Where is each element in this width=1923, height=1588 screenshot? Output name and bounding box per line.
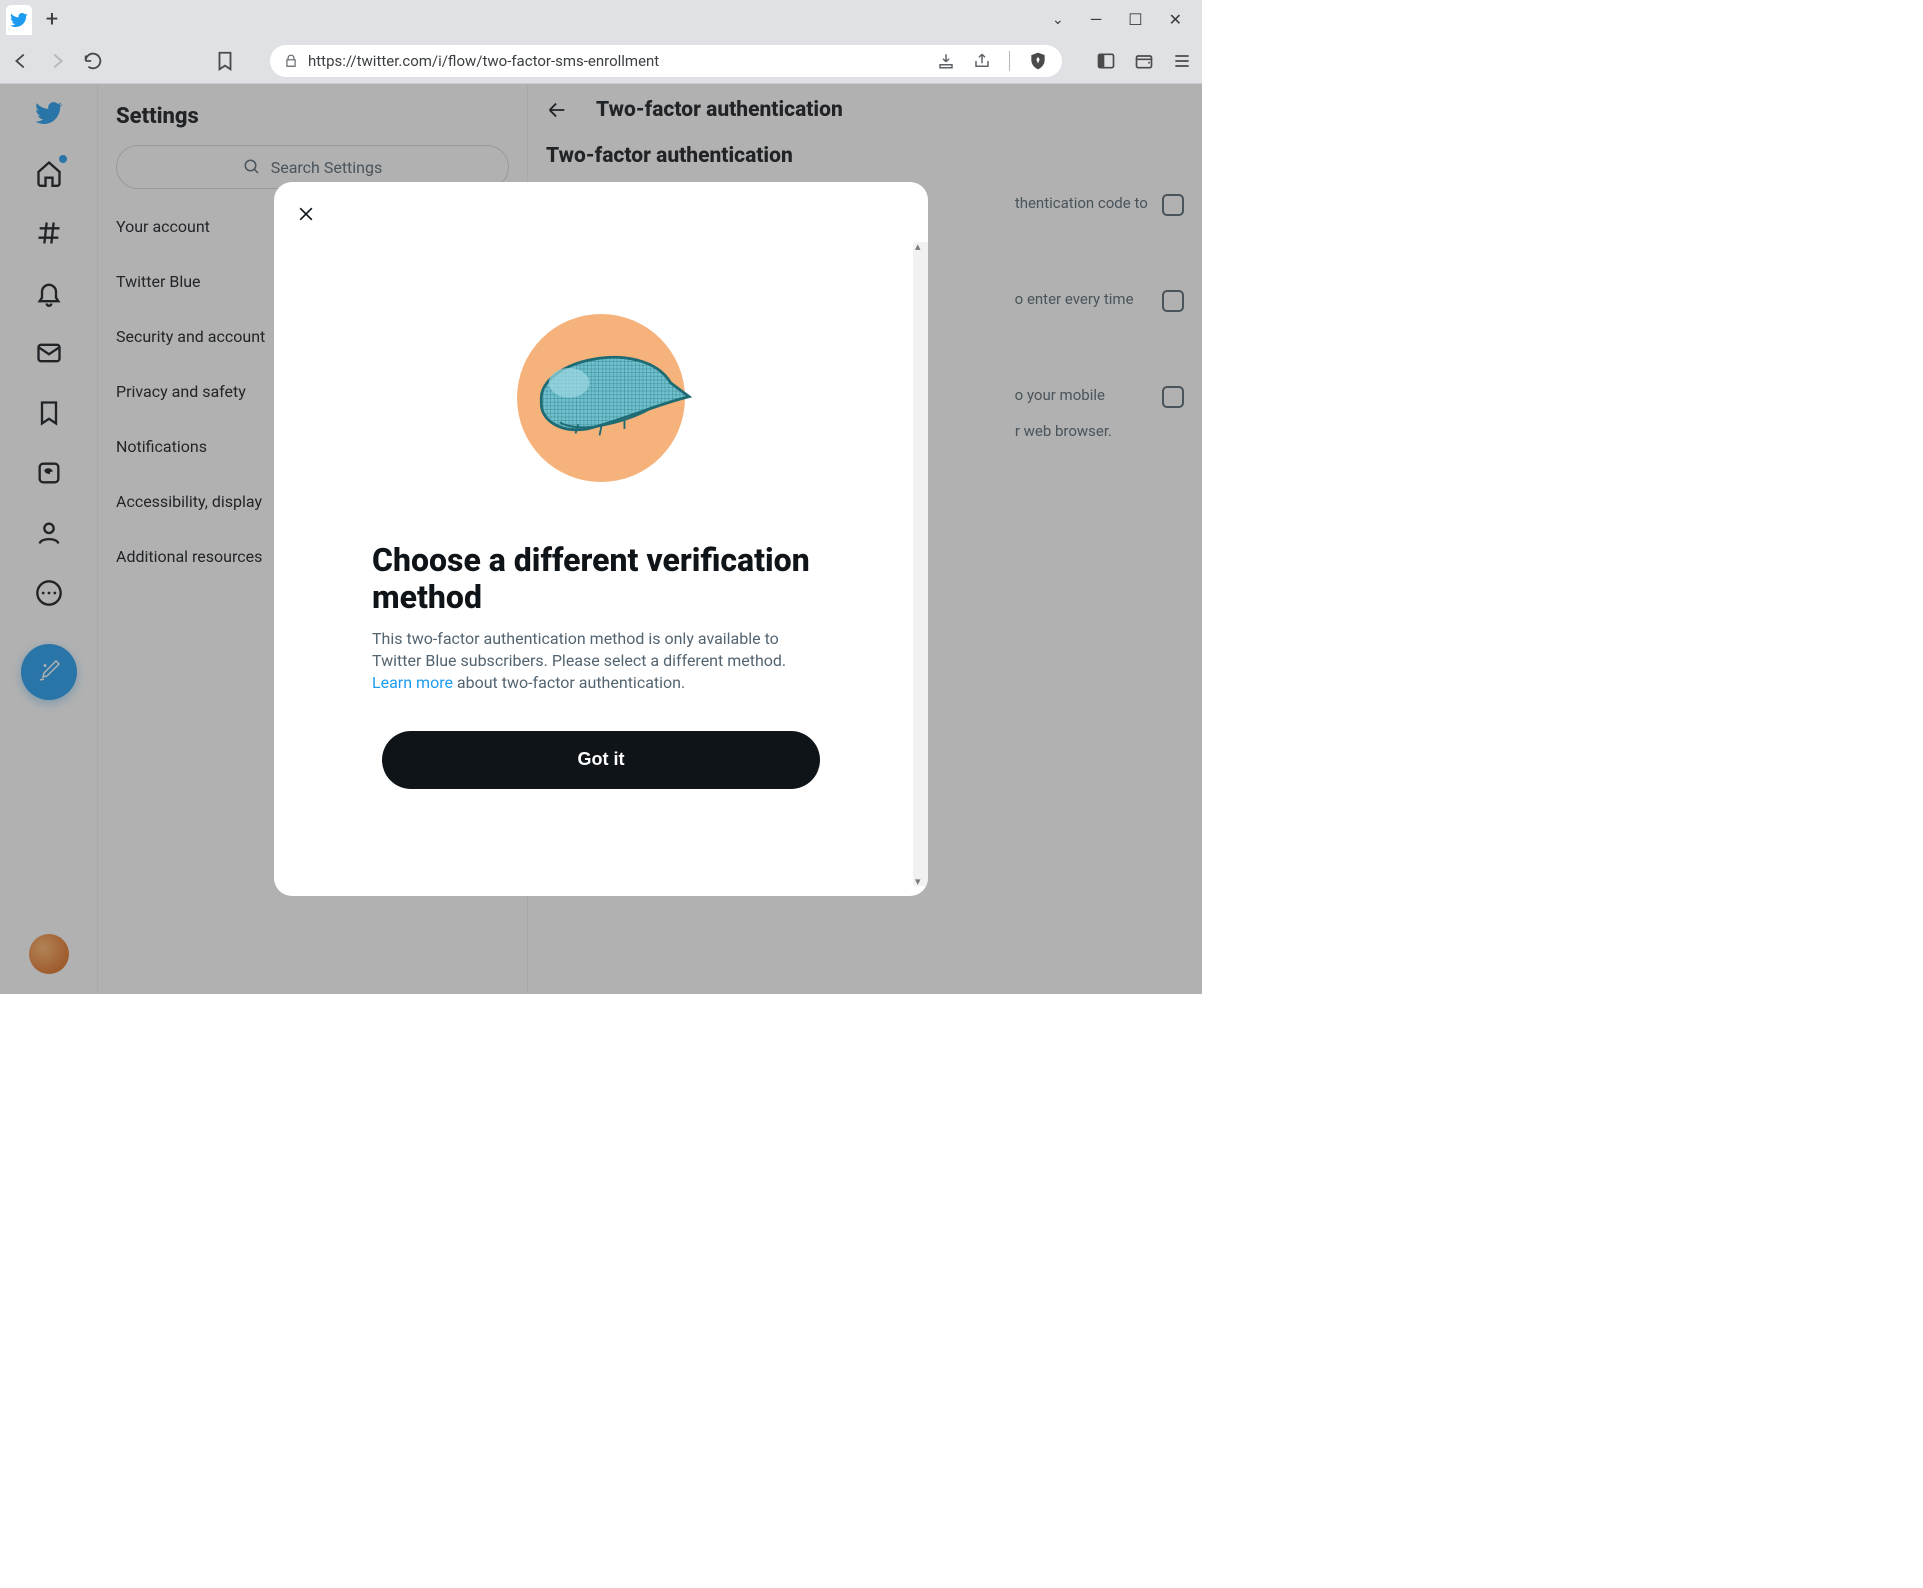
minimize-icon[interactable]: — bbox=[1090, 10, 1103, 29]
tab-strip: + ⌄ — ☐ ✕ bbox=[0, 0, 1202, 40]
share-icon[interactable] bbox=[973, 52, 991, 70]
twitter-bird-icon bbox=[10, 11, 28, 29]
url-text: https://twitter.com/i/flow/two-factor-sm… bbox=[308, 52, 659, 70]
modal-illustration bbox=[501, 302, 701, 492]
new-tab-button[interactable]: + bbox=[38, 6, 66, 34]
install-icon[interactable] bbox=[937, 52, 955, 70]
close-modal-button[interactable] bbox=[294, 202, 318, 226]
wallet-icon[interactable] bbox=[1134, 51, 1154, 71]
verification-modal: Choose a different verification method T… bbox=[274, 182, 928, 896]
menu-icon[interactable] bbox=[1172, 51, 1192, 71]
browser-tab[interactable] bbox=[6, 5, 32, 35]
reload-button[interactable] bbox=[82, 50, 104, 72]
browser-chrome: + ⌄ — ☐ ✕ https://twitter.com/i/flow/two… bbox=[0, 0, 1202, 84]
bookmark-button[interactable] bbox=[214, 50, 236, 72]
modal-learn-more-link[interactable]: Learn more bbox=[372, 673, 453, 692]
forward-button[interactable] bbox=[46, 50, 68, 72]
browser-toolbar: https://twitter.com/i/flow/two-factor-sm… bbox=[0, 40, 1202, 83]
brave-shield-icon[interactable] bbox=[1028, 51, 1048, 71]
close-icon bbox=[296, 204, 316, 224]
got-it-button[interactable]: Got it bbox=[382, 731, 820, 789]
modal-title: Choose a different verification method bbox=[372, 542, 830, 616]
maximize-icon[interactable]: ☐ bbox=[1128, 10, 1142, 29]
lock-icon bbox=[284, 54, 298, 68]
helmet-icon bbox=[511, 332, 701, 452]
chevron-down-icon[interactable]: ⌄ bbox=[1052, 12, 1064, 28]
modal-scrollbar[interactable] bbox=[913, 242, 928, 886]
modal-body: This two-factor authentication method is… bbox=[372, 628, 830, 695]
address-bar[interactable]: https://twitter.com/i/flow/two-factor-sm… bbox=[270, 45, 1062, 77]
sidebar-icon[interactable] bbox=[1096, 51, 1116, 71]
back-button[interactable] bbox=[10, 50, 32, 72]
window-controls: ⌄ — ☐ ✕ bbox=[1052, 10, 1202, 29]
close-window-icon[interactable]: ✕ bbox=[1169, 10, 1182, 29]
